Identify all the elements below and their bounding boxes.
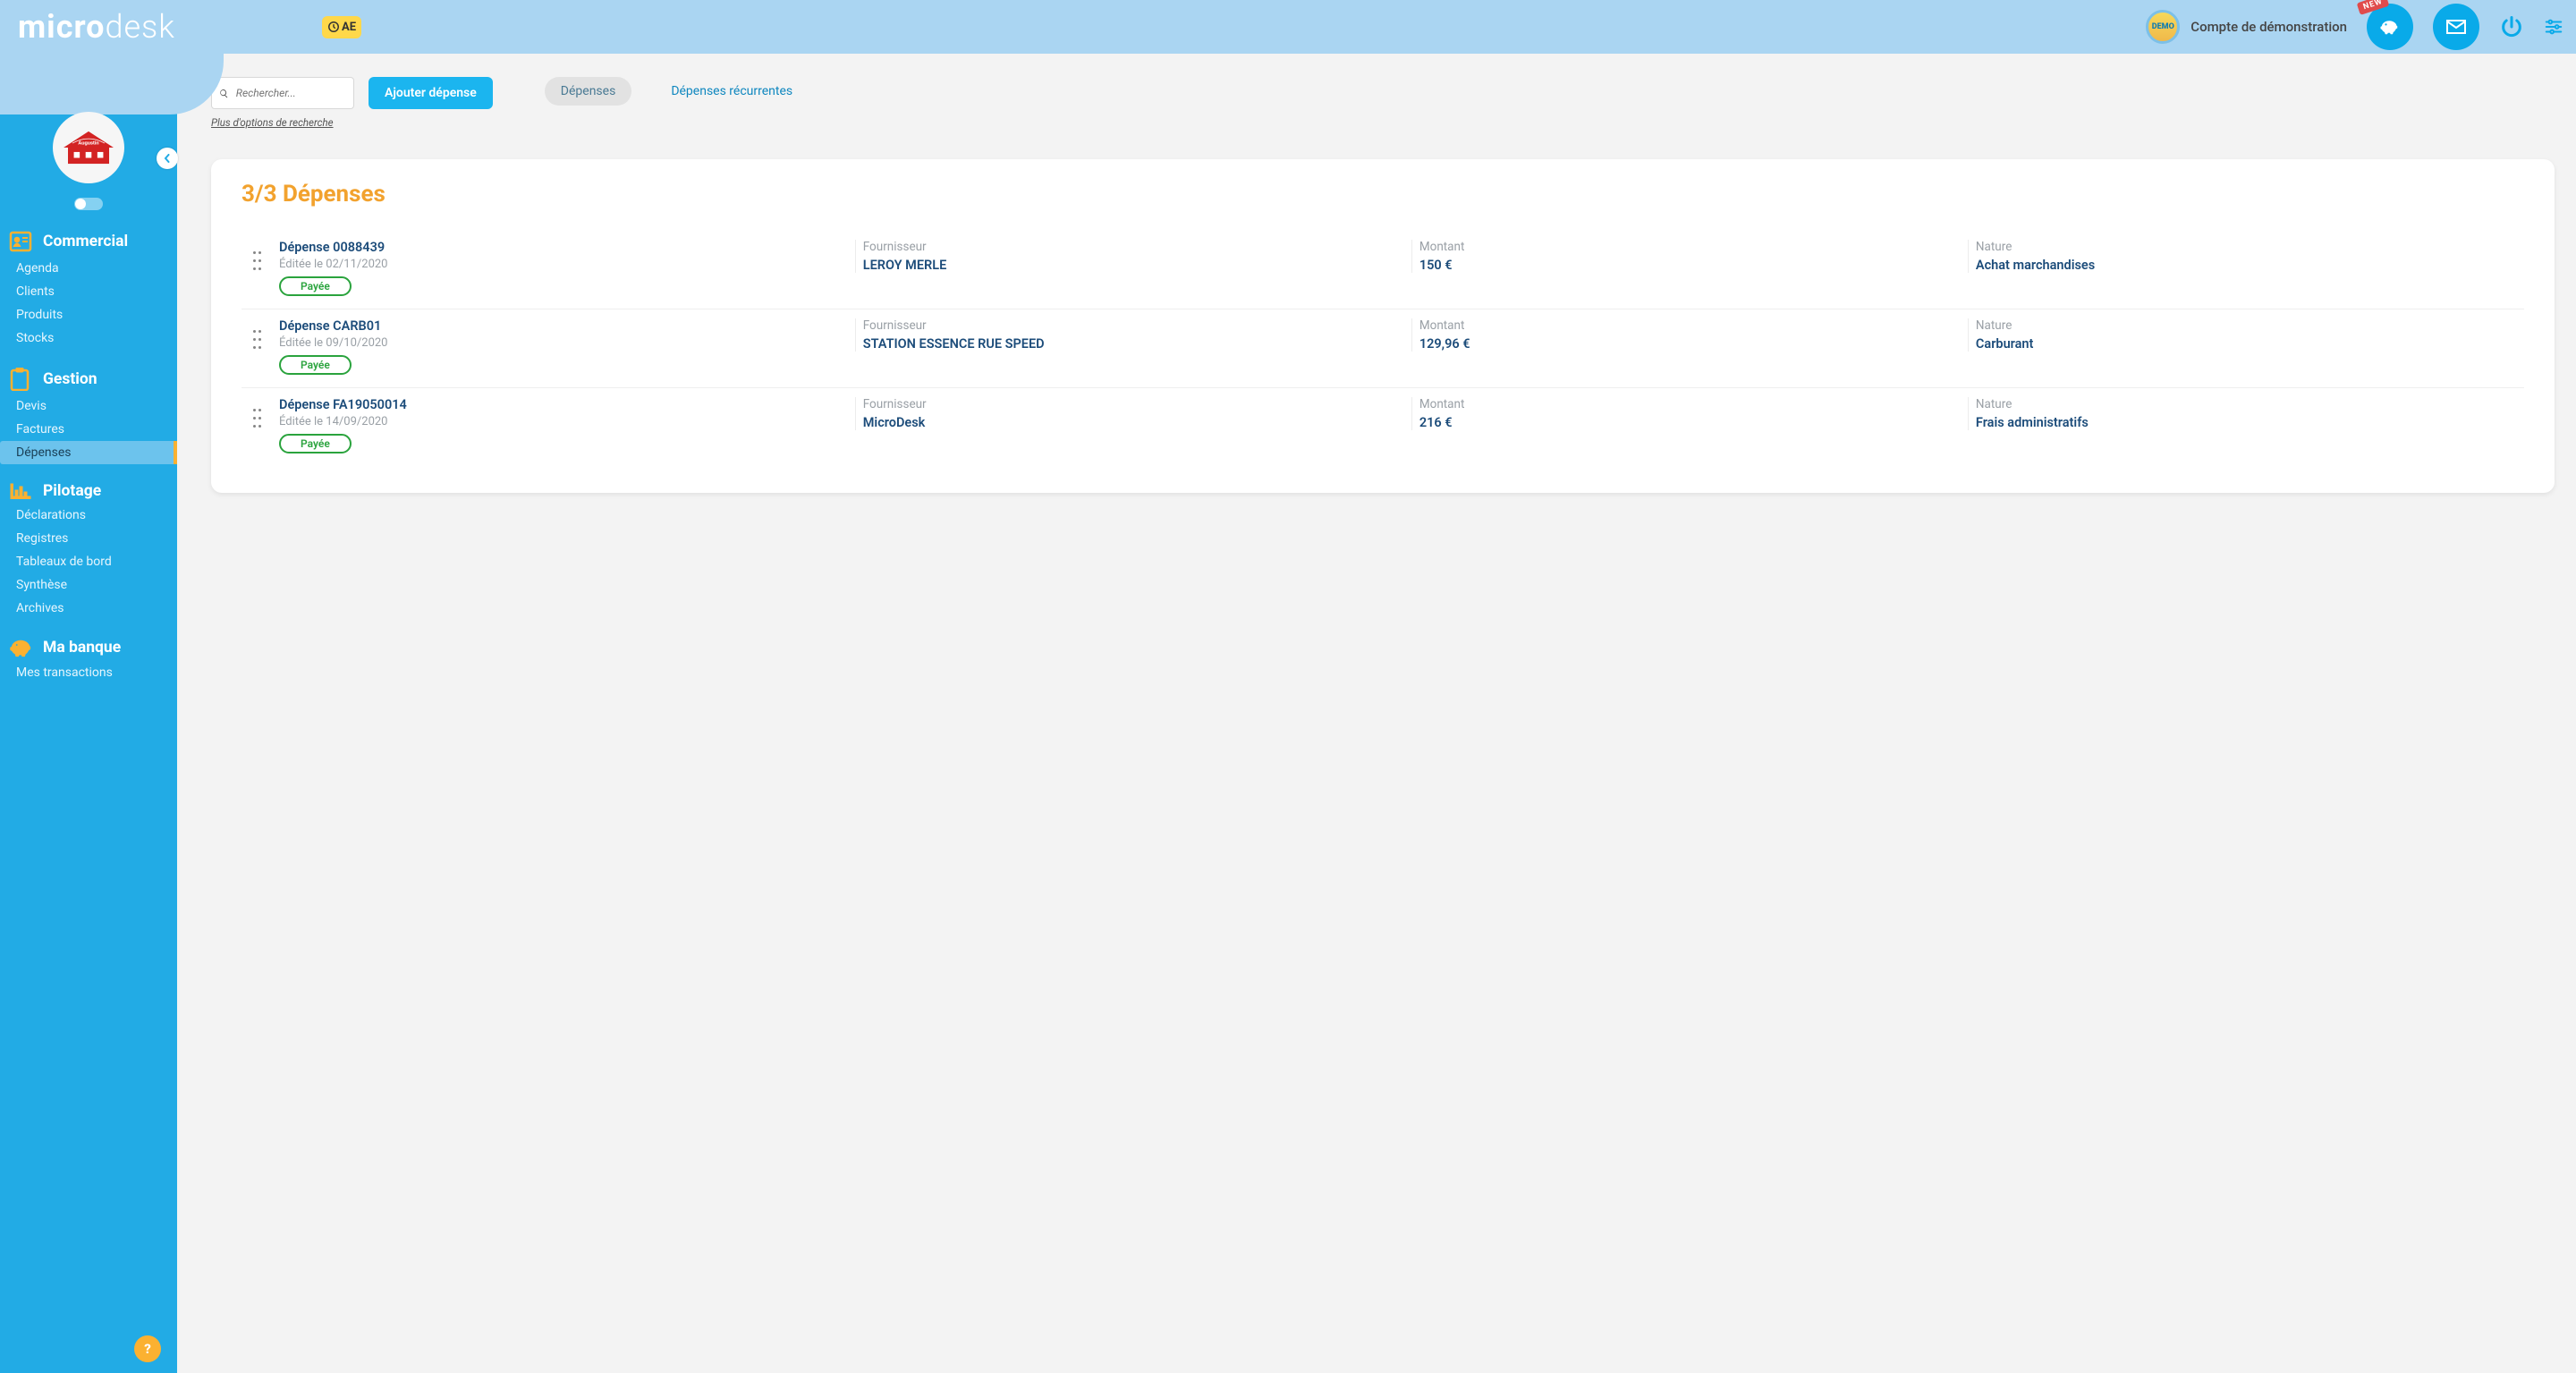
card-title: 3/3 Dépenses	[242, 181, 2524, 208]
piggy-bank-icon	[2379, 16, 2401, 38]
logo: microdesk	[18, 8, 175, 46]
nav-item-devis[interactable]: Devis	[16, 394, 168, 418]
svg-text:Augustin: Augustin	[78, 141, 98, 147]
nav-section-gestion[interactable]: Gestion	[9, 362, 168, 394]
top-bar: microdesk AE DEMO Compte de démonstratio…	[0, 0, 2576, 54]
status-badge: Payée	[279, 355, 352, 375]
nav-item-transactions[interactable]: Mes transactions	[16, 661, 168, 684]
nav-section-bank[interactable]: Ma banque	[9, 632, 168, 661]
id-card-icon	[9, 230, 32, 253]
expense-title: Dépense CARB01	[279, 318, 855, 334]
expense-row[interactable]: Dépense 0088439 Éditée le 02/11/2020 Pay…	[242, 231, 2524, 309]
demo-badge: DEMO	[2146, 10, 2180, 44]
power-icon[interactable]	[2499, 14, 2524, 39]
collapse-sidebar-button[interactable]	[157, 148, 178, 169]
nav-section-commercial[interactable]: Commercial	[9, 225, 168, 257]
account-name[interactable]: Compte de démonstration	[2190, 19, 2347, 35]
supplier-value: MicroDesk	[863, 415, 1411, 430]
help-button[interactable]: ?	[134, 1335, 161, 1362]
nav-item-clients[interactable]: Clients	[16, 280, 168, 303]
sliders-icon[interactable]	[2544, 17, 2563, 37]
status-badge: Payée	[279, 276, 352, 296]
nav-item-produits[interactable]: Produits	[16, 303, 168, 326]
piggy-bank-button[interactable]: NEW	[2367, 4, 2413, 50]
expense-subtitle: Éditée le 14/09/2020	[279, 415, 855, 428]
search-icon	[219, 88, 229, 99]
drag-handle[interactable]	[242, 397, 272, 428]
nav-item-stocks[interactable]: Stocks	[16, 326, 168, 350]
sidebar: Augustin Commercial Agenda Clients Produ…	[0, 54, 177, 1373]
bar-chart-icon	[9, 482, 32, 500]
clock-icon	[327, 21, 340, 33]
supplier-value: STATION ESSENCE RUE SPEED	[863, 336, 1411, 352]
chevron-left-icon	[163, 154, 172, 163]
nav-item-archives[interactable]: Archives	[16, 597, 168, 620]
company-avatar[interactable]: Augustin	[53, 112, 124, 183]
nature-value: Frais administratifs	[1976, 415, 2524, 430]
expense-title: Dépense FA19050014	[279, 397, 855, 412]
drag-handle[interactable]	[242, 240, 272, 270]
expense-subtitle: Éditée le 09/10/2020	[279, 336, 855, 350]
clipboard-icon	[9, 368, 30, 391]
piggy-bank-icon	[9, 638, 34, 657]
status-badge: Payée	[279, 434, 352, 453]
nav-item-factures[interactable]: Factures	[16, 418, 168, 441]
add-expense-button[interactable]: Ajouter dépense	[369, 77, 493, 109]
mail-button[interactable]	[2433, 4, 2479, 50]
ae-mode-toggle[interactable]: AE	[322, 16, 361, 38]
expense-subtitle: Éditée le 02/11/2020	[279, 258, 855, 271]
expense-row[interactable]: Dépense CARB01 Éditée le 09/10/2020 Payé…	[242, 309, 2524, 388]
amount-value: 129,96 €	[1419, 336, 1968, 352]
supplier-value: LEROY MERLE	[863, 258, 1411, 273]
nature-value: Achat marchandises	[1976, 258, 2524, 273]
nav-item-agenda[interactable]: Agenda	[16, 257, 168, 280]
expense-row[interactable]: Dépense FA19050014 Éditée le 14/09/2020 …	[242, 388, 2524, 466]
search-input[interactable]	[236, 87, 353, 99]
nav-item-depenses[interactable]: Dépenses	[0, 441, 177, 464]
nature-value: Carburant	[1976, 336, 2524, 352]
tab-depenses-recurrentes[interactable]: Dépenses récurrentes	[655, 77, 809, 106]
nav-item-registres[interactable]: Registres	[16, 527, 168, 550]
expenses-card: 3/3 Dépenses Dépense 0088439 Éditée le 0…	[211, 159, 2555, 493]
drag-handle[interactable]	[242, 318, 272, 349]
nav-item-synthese[interactable]: Synthèse	[16, 573, 168, 597]
content-area: Plus d'options de recherche Ajouter dépe…	[177, 54, 2576, 1373]
nav-section-pilotage[interactable]: Pilotage	[9, 477, 168, 504]
tab-depenses[interactable]: Dépenses	[545, 77, 632, 106]
amount-value: 216 €	[1419, 415, 1968, 430]
search-box[interactable]	[211, 77, 354, 109]
nav-item-declarations[interactable]: Déclarations	[16, 504, 168, 527]
house-icon: Augustin	[59, 127, 118, 168]
theme-toggle[interactable]	[74, 198, 103, 210]
expense-title: Dépense 0088439	[279, 240, 855, 255]
envelope-icon	[2445, 16, 2467, 38]
nav-item-tableaux[interactable]: Tableaux de bord	[16, 550, 168, 573]
more-search-options[interactable]: Plus d'options de recherche	[211, 116, 354, 129]
new-ribbon: NEW	[2357, 0, 2390, 15]
amount-value: 150 €	[1419, 258, 1968, 273]
